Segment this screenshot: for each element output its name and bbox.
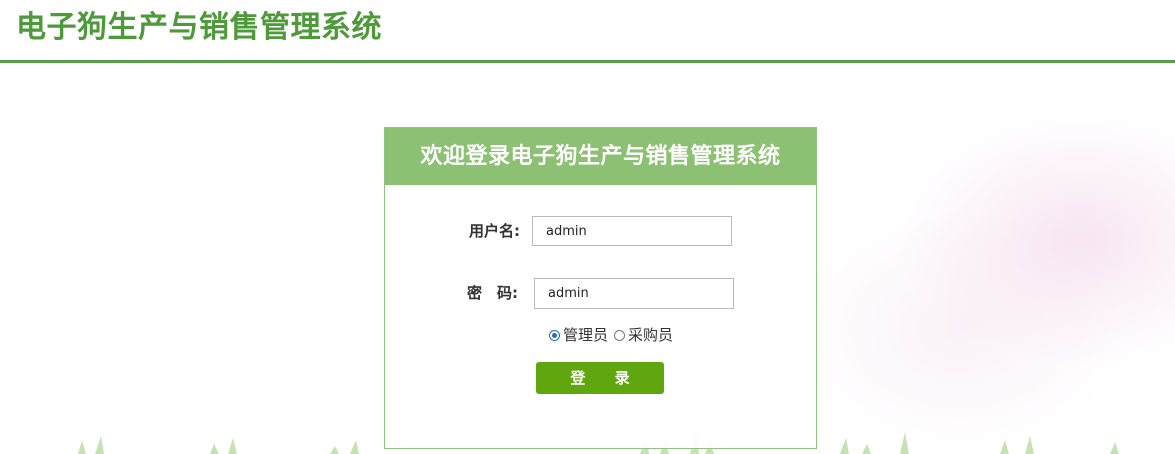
username-input[interactable] bbox=[532, 216, 732, 246]
app-title: 电子狗生产与销售管理系统 bbox=[16, 10, 382, 45]
top-header: 电子狗生产与销售管理系统 bbox=[0, 0, 1175, 63]
password-input[interactable] bbox=[534, 278, 734, 309]
radio-purchaser-label[interactable]: 采购员 bbox=[628, 325, 673, 345]
role-selector: 管理员 采购员 bbox=[549, 325, 679, 345]
radio-admin[interactable] bbox=[549, 329, 560, 341]
username-label: 用户名: bbox=[469, 222, 520, 240]
password-label: 密 码: bbox=[467, 284, 518, 302]
password-row: 密 码: bbox=[385, 278, 816, 310]
radio-admin-label[interactable]: 管理员 bbox=[563, 325, 608, 345]
login-heading: 欢迎登录电子狗生产与销售管理系统 bbox=[385, 128, 816, 185]
login-button[interactable]: 登 录 bbox=[536, 362, 664, 394]
login-panel: 欢迎登录电子狗生产与销售管理系统 用户名: 密 码: 管理员 采购员 登 录 bbox=[384, 127, 817, 449]
radio-purchaser[interactable] bbox=[614, 329, 626, 341]
username-row: 用户名: bbox=[385, 216, 816, 248]
